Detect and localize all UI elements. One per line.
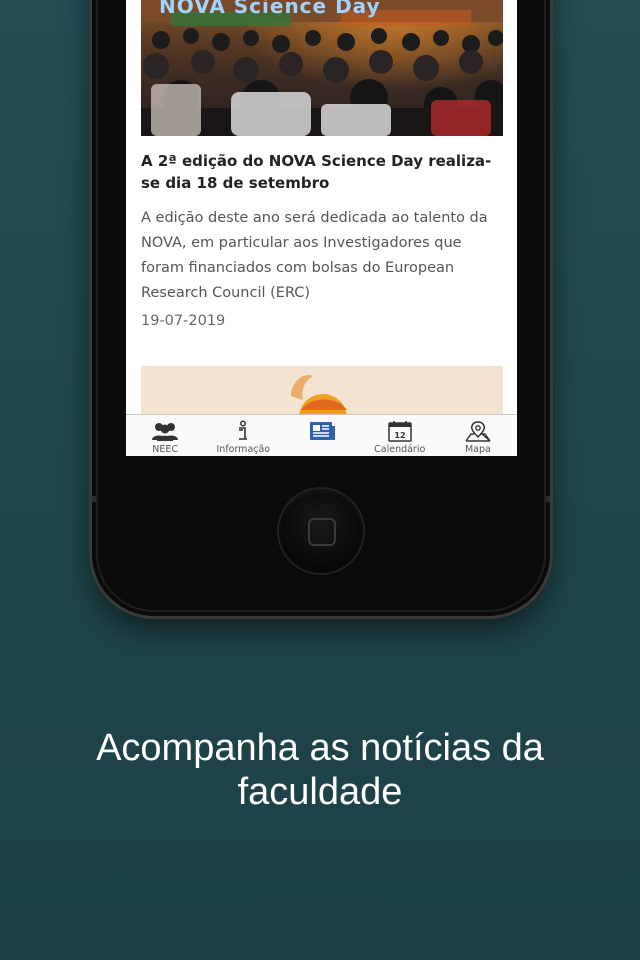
info-icon	[239, 420, 248, 440]
calendar-icon: 12	[387, 421, 412, 442]
calendar-icon-day: 12	[394, 431, 405, 440]
news-icon	[309, 422, 335, 440]
map-pin-icon	[465, 421, 491, 442]
promo-caption-line2: faculdade	[237, 771, 403, 813]
bottom-tab-bar: NEEC Informação 12 Calendário Mapa	[126, 414, 517, 456]
tab-noticias[interactable]	[282, 415, 360, 456]
tab-calendario[interactable]: 12 Calendário	[361, 415, 439, 456]
app-screen: NOVA Science Day A 2ª edição do NOVA Sci…	[126, 0, 517, 456]
group-icon	[152, 423, 179, 441]
home-button-square-icon	[308, 518, 336, 546]
article-hero-image[interactable]: NOVA Science Day	[141, 0, 503, 136]
article-summary: A edição deste ano será dedicada ao tale…	[141, 210, 488, 301]
promo-caption-line1: Acompanha as notícias da	[96, 727, 544, 769]
promo-caption: Acompanha as notícias da faculdade	[0, 726, 640, 814]
phone-side-detail-right	[546, 496, 550, 502]
tab-informacao[interactable]: Informação	[204, 415, 282, 456]
phone-home-button	[279, 489, 363, 573]
article-date: 19-07-2019	[141, 313, 226, 329]
phone-side-detail	[92, 496, 96, 502]
tab-neec-label: NEEC	[152, 444, 178, 455]
audience-photo	[141, 0, 503, 136]
article-title[interactable]: A 2ª edição do NOVA Science Day realiza-…	[141, 150, 506, 194]
tab-neec[interactable]: NEEC	[126, 415, 204, 456]
tab-mapa-label: Mapa	[464, 444, 491, 455]
tab-mapa[interactable]: Mapa	[439, 415, 517, 456]
hero-banner-text: NOVA Science Day	[159, 0, 381, 18]
tab-informacao-label: Informação	[216, 444, 271, 455]
tab-calendario-label: Calendário	[374, 444, 426, 455]
